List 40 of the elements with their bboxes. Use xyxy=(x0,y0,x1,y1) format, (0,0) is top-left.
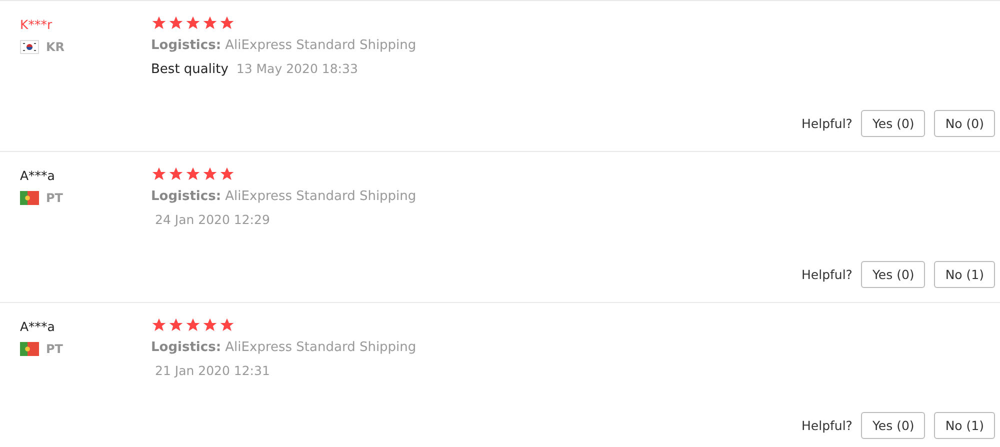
no-button[interactable]: No (1) xyxy=(934,412,995,439)
logistics-info: Logistics: AliExpress Standard Shipping xyxy=(151,38,418,53)
no-button[interactable]: No (1) xyxy=(934,261,995,288)
star-icon xyxy=(185,15,201,31)
flag-icon xyxy=(20,40,39,54)
reviewer-name: A***a xyxy=(20,319,56,334)
country-code: PT xyxy=(46,342,63,356)
review-comment: Best quality xyxy=(151,62,228,77)
yes-button[interactable]: Yes (0) xyxy=(861,261,926,288)
helpful-label: Helpful? xyxy=(802,418,852,433)
review-date: 21 Jan 2020 12:31 xyxy=(155,363,270,378)
star-icon xyxy=(151,15,167,31)
yes-button[interactable]: Yes (0) xyxy=(861,412,926,439)
review-date: 24 Jan 2020 12:29 xyxy=(155,212,270,227)
flag-icon xyxy=(20,191,39,205)
star-icon xyxy=(151,166,167,182)
yes-button[interactable]: Yes (0) xyxy=(861,110,926,137)
star-icon xyxy=(202,166,218,182)
review-date: 13 May 2020 18:33 xyxy=(236,61,358,76)
country-code: KR xyxy=(46,40,65,54)
star-icon xyxy=(202,15,218,31)
star-icon xyxy=(202,317,218,333)
star-icon xyxy=(168,15,184,31)
star-icon xyxy=(168,166,184,182)
star-icon xyxy=(185,317,201,333)
star-icon xyxy=(219,166,235,182)
star-icon xyxy=(219,317,235,333)
star-icon xyxy=(151,317,167,333)
helpful-label: Helpful? xyxy=(802,267,852,282)
logistics-info: Logistics: AliExpress Standard Shipping xyxy=(151,340,418,355)
country-code: PT xyxy=(46,191,63,205)
star-icon xyxy=(168,317,184,333)
reviewer-name: K***r xyxy=(20,17,54,32)
helpful-label: Helpful? xyxy=(802,116,852,131)
no-button[interactable]: No (0) xyxy=(934,110,995,137)
logistics-info: Logistics: AliExpress Standard Shipping xyxy=(151,189,418,204)
star-icon xyxy=(219,15,235,31)
star-icon xyxy=(185,166,201,182)
flag-icon xyxy=(20,342,39,356)
reviewer-name: A***a xyxy=(20,168,56,183)
